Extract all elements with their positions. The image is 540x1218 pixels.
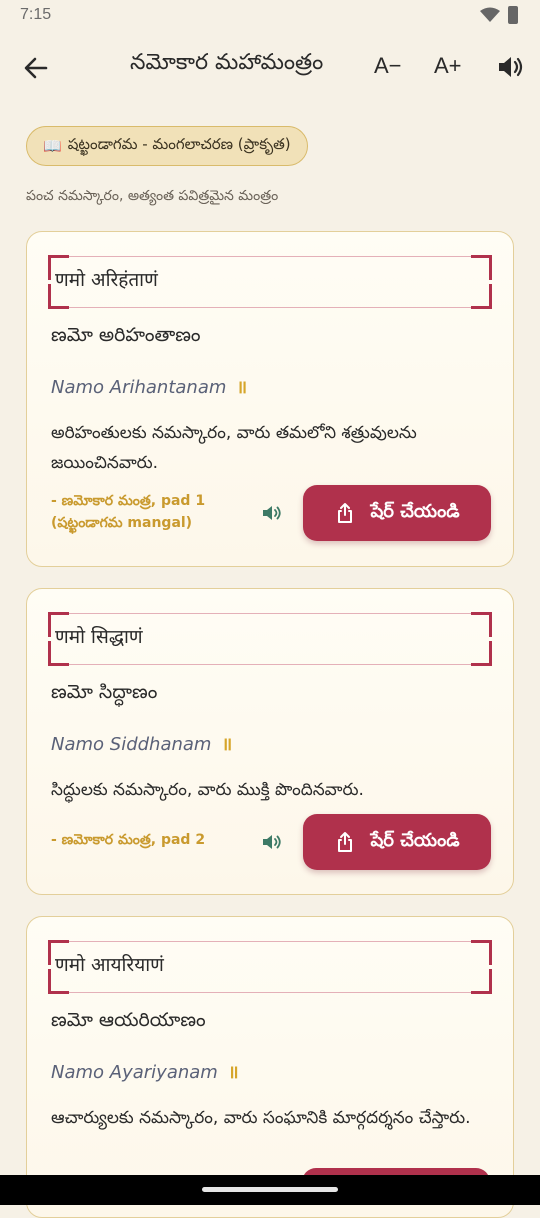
meaning-text: సిద్ధులకు నమస్కారం, వారు ముక్తి పొందినవా… [51, 780, 364, 800]
status-bar: 7:15 [0, 0, 540, 34]
book-icon: 📖 [43, 137, 62, 155]
meaning-text: ఆచార్యులకు నమస్కారం, వారు సంఘానికి మార్గ… [51, 1108, 471, 1128]
pause-mark: ॥ [221, 734, 234, 755]
increase-font-button[interactable]: A+ [434, 53, 462, 79]
page-title: నమోకార మహామంత్రం [130, 50, 324, 75]
share-button[interactable]: షేర్ చేయండి [303, 485, 491, 541]
devanagari-text: णमो सिद्धाणं [55, 626, 143, 648]
navigation-bar [0, 1175, 540, 1205]
play-audio-icon[interactable] [261, 502, 283, 524]
share-button-label: షేర్ చేయండి [370, 829, 460, 851]
devanagari-frame: णमो आयरियाणं [48, 940, 492, 994]
devanagari-frame: णमो सिद्धाणं [48, 612, 492, 666]
share-icon [338, 503, 353, 523]
transliteration: Namo Ayariyanam ॥ [51, 1060, 240, 1084]
transliteration-text: Namo Ayariyanam [51, 1062, 218, 1083]
battery-icon [508, 6, 518, 24]
transliteration-text: Namo Arihantanam [51, 377, 227, 398]
source-text: - ణమోకార మంత్ర, pad 2 [51, 832, 206, 848]
share-button[interactable]: షేర్ చేయండి [303, 814, 491, 870]
mantra-card: णमो अरिहंताणं ణమో అరిహంతాణం Namo Arihant… [26, 231, 514, 567]
wifi-icon [480, 7, 500, 22]
status-time: 7:15 [20, 6, 52, 23]
home-gesture-handle[interactable] [202, 1187, 338, 1192]
share-icon [338, 832, 353, 852]
decrease-font-button[interactable]: A− [374, 53, 402, 79]
share-button-label: షేర్ చేయండి [370, 500, 460, 522]
play-audio-icon[interactable] [261, 831, 283, 853]
speaker-icon[interactable] [495, 52, 525, 82]
telugu-text: ణమో ఆయరియాణం [51, 1009, 206, 1031]
devanagari-text: णमो आयरियाणं [55, 954, 164, 976]
devanagari-frame: णमो अरिहंताणं [48, 255, 492, 309]
source-text: - ణమోకార మంత్ర, pad 1 (షట్ఖండాగమ mangal) [51, 493, 206, 531]
telugu-text: ణమో సిద్ధాణం [51, 681, 158, 703]
pause-mark: ॥ [227, 1062, 240, 1083]
transliteration: Namo Arihantanam ॥ [51, 375, 248, 399]
pause-mark: ॥ [236, 377, 249, 398]
source-chip-label: షట్ఖండాగమ - మంగలాచరణ (ప్రాకృత) [67, 135, 291, 153]
app-bar: నమోకార మహామంత్రం A− A+ [0, 40, 540, 96]
meaning-text: అరిహంతులకు నమస్కారం, వారు తమలోని శత్రువు… [51, 423, 417, 473]
source-chip[interactable]: 📖 షట్ఖండాగమ - మంగలాచరణ (ప్రాకృత) [26, 126, 308, 166]
devanagari-text: णमो अरिहंताणं [55, 269, 158, 291]
back-arrow-icon[interactable] [20, 52, 52, 84]
mantra-card: णमो सिद्धाणं ణమో సిద్ధాణం Namo Siddhanam… [26, 588, 514, 895]
transliteration: Namo Siddhanam ॥ [51, 732, 233, 756]
subtitle: పంచ నమస్కారం, అత్యంత పవిత్రమైన మంత్రం [26, 188, 279, 204]
transliteration-text: Namo Siddhanam [51, 734, 212, 755]
telugu-text: ణమో అరిహంతాణం [51, 324, 201, 346]
